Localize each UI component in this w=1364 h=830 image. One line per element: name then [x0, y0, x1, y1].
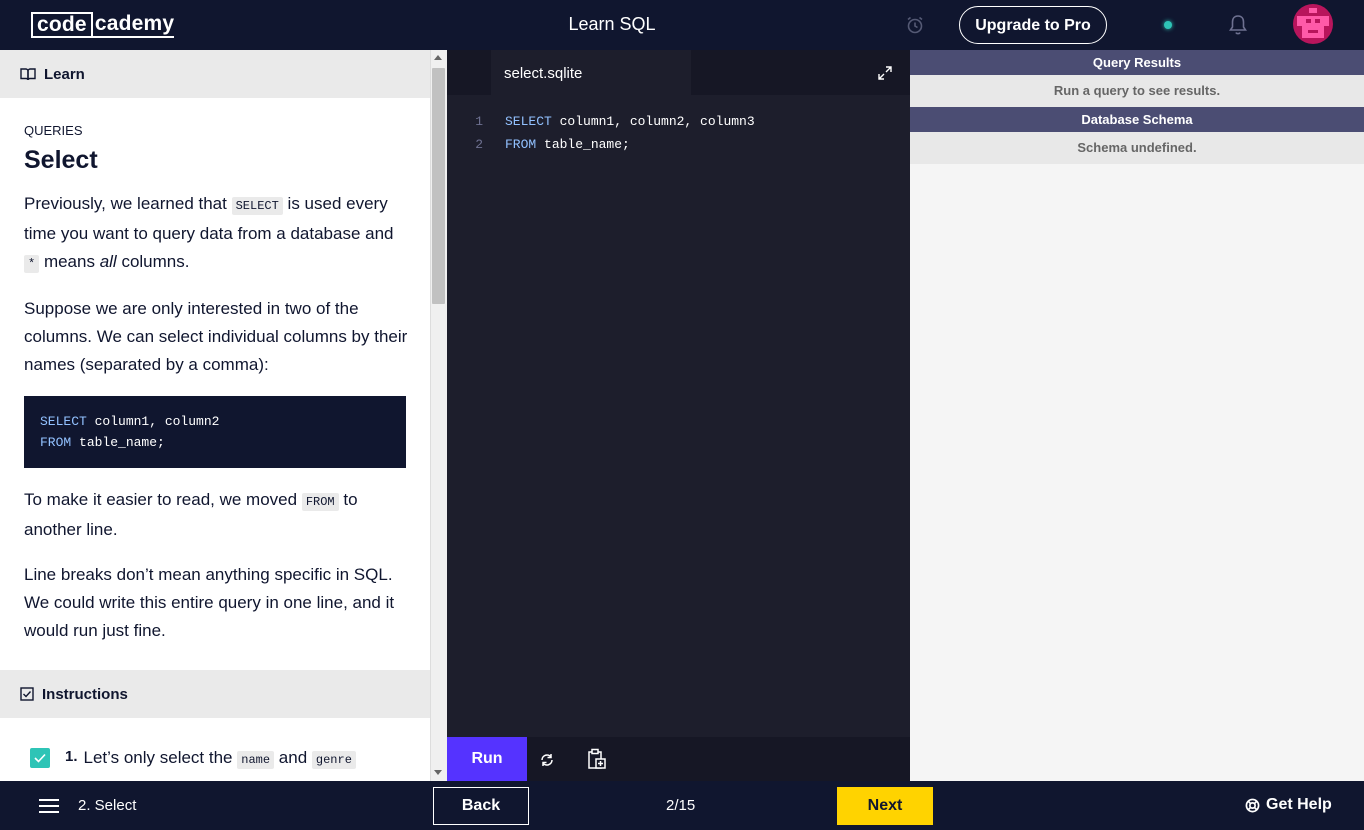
task-item: 1. Let’s only select the name and genre — [30, 748, 420, 769]
database-schema-header: Database Schema — [910, 107, 1364, 132]
keyword: FROM — [40, 435, 72, 450]
lesson-content: QUERIES Select Previously, we learned th… — [24, 122, 408, 662]
keyword: FROM — [505, 137, 537, 152]
task-checkbox[interactable] — [30, 748, 50, 768]
code-text: table_name; — [536, 137, 630, 152]
inline-code: SELECT — [231, 197, 283, 215]
keyword: SELECT — [505, 114, 552, 129]
checklist-icon — [20, 687, 34, 701]
task-text: Let’s only select the name and genre — [83, 748, 356, 769]
text: and — [278, 748, 308, 767]
inline-code: * — [24, 255, 40, 273]
copy-to-clipboard-icon[interactable] — [587, 748, 607, 770]
learn-pane: Learn QUERIES Select Previously, we lear… — [0, 50, 447, 781]
lifebuoy-icon — [1245, 798, 1260, 812]
bell-icon[interactable] — [1228, 14, 1248, 36]
paragraph-3: To make it easier to read, we moved FROM… — [24, 486, 408, 544]
code-line: 1 SELECT column1, column2, column3 — [447, 110, 910, 133]
scroll-down-arrow-icon[interactable] — [434, 770, 442, 775]
scrollbar-thumb[interactable] — [432, 68, 445, 304]
text: To make it easier to read, we moved — [24, 490, 298, 509]
expand-icon[interactable] — [878, 66, 892, 80]
bottom-bar: 2. Select Back 2/15 Next Get Help — [0, 781, 1364, 830]
progress-indicator: 2/15 — [666, 797, 696, 814]
task-number: 1. — [65, 748, 78, 765]
inline-code: FROM — [301, 493, 339, 511]
code-line: 2 FROM table_name; — [447, 133, 910, 156]
editor-toolbar: Run — [447, 737, 910, 781]
code-text: column1, column2, column3 — [551, 114, 755, 129]
editor-tab-strip: select.sqlite — [447, 50, 910, 95]
top-bar: code cademy Learn SQL Upgrade to Pro — [0, 0, 1364, 50]
robot-avatar-icon — [1297, 8, 1329, 38]
next-button[interactable]: Next — [837, 787, 933, 825]
database-schema-body: Schema undefined. — [910, 132, 1364, 164]
learn-tab[interactable]: Learn — [0, 50, 430, 98]
keyword: SELECT — [40, 414, 87, 429]
avatar[interactable] — [1293, 4, 1333, 44]
lesson-title: Select — [24, 146, 98, 174]
code-input[interactable]: 1 SELECT column1, column2, column3 2 FRO… — [447, 110, 910, 156]
line-number: 1 — [475, 114, 483, 129]
menu-icon[interactable] — [39, 799, 59, 813]
results-pane: Query Results Run a query to see results… — [910, 50, 1364, 781]
text: columns. — [121, 252, 190, 271]
text: means — [43, 252, 95, 271]
paragraph-2: Suppose we are only interested in two of… — [24, 299, 408, 374]
line-number: 2 — [475, 137, 483, 152]
instructions-header[interactable]: Instructions — [0, 670, 430, 718]
run-button[interactable]: Run — [447, 737, 527, 781]
code-example: SELECT column1, column2 FROM table_name; — [24, 396, 406, 468]
emphasis: all — [99, 252, 117, 271]
paragraph-1: Previously, we learned that SELECT is us… — [24, 190, 408, 278]
alarm-clock-icon[interactable] — [905, 15, 925, 35]
lesson-step-label[interactable]: 2. Select — [78, 797, 136, 814]
file-tab-select-sqlite[interactable]: select.sqlite — [491, 50, 691, 95]
back-button[interactable]: Back — [433, 787, 529, 825]
status-indicator — [1164, 21, 1172, 29]
instructions-label: Instructions — [42, 685, 128, 703]
code-editor: select.sqlite 1 SELECT column1, column2,… — [447, 50, 910, 781]
query-results-body: Run a query to see results. — [910, 75, 1364, 107]
book-icon — [20, 68, 36, 81]
code-text: table_name; — [71, 435, 165, 450]
lesson-eyebrow: QUERIES — [24, 123, 83, 138]
reset-icon[interactable] — [538, 751, 556, 769]
paragraph-4: Line breaks don’t mean anything specific… — [24, 565, 395, 640]
get-help-label: Get Help — [1266, 796, 1332, 813]
upgrade-to-pro-button[interactable]: Upgrade to Pro — [959, 6, 1107, 44]
checkmark-icon — [34, 753, 46, 763]
code-text: column1, column2 — [86, 414, 220, 429]
scroll-up-arrow-icon[interactable] — [434, 55, 442, 60]
learn-tab-label: Learn — [44, 65, 85, 83]
text: Previously, we learned that — [24, 194, 227, 213]
text: Let’s only select the — [83, 748, 233, 767]
inline-code: name — [237, 751, 275, 769]
get-help-button[interactable]: Get Help — [1245, 796, 1332, 814]
query-results-header: Query Results — [910, 50, 1364, 75]
inline-code: genre — [311, 751, 356, 769]
